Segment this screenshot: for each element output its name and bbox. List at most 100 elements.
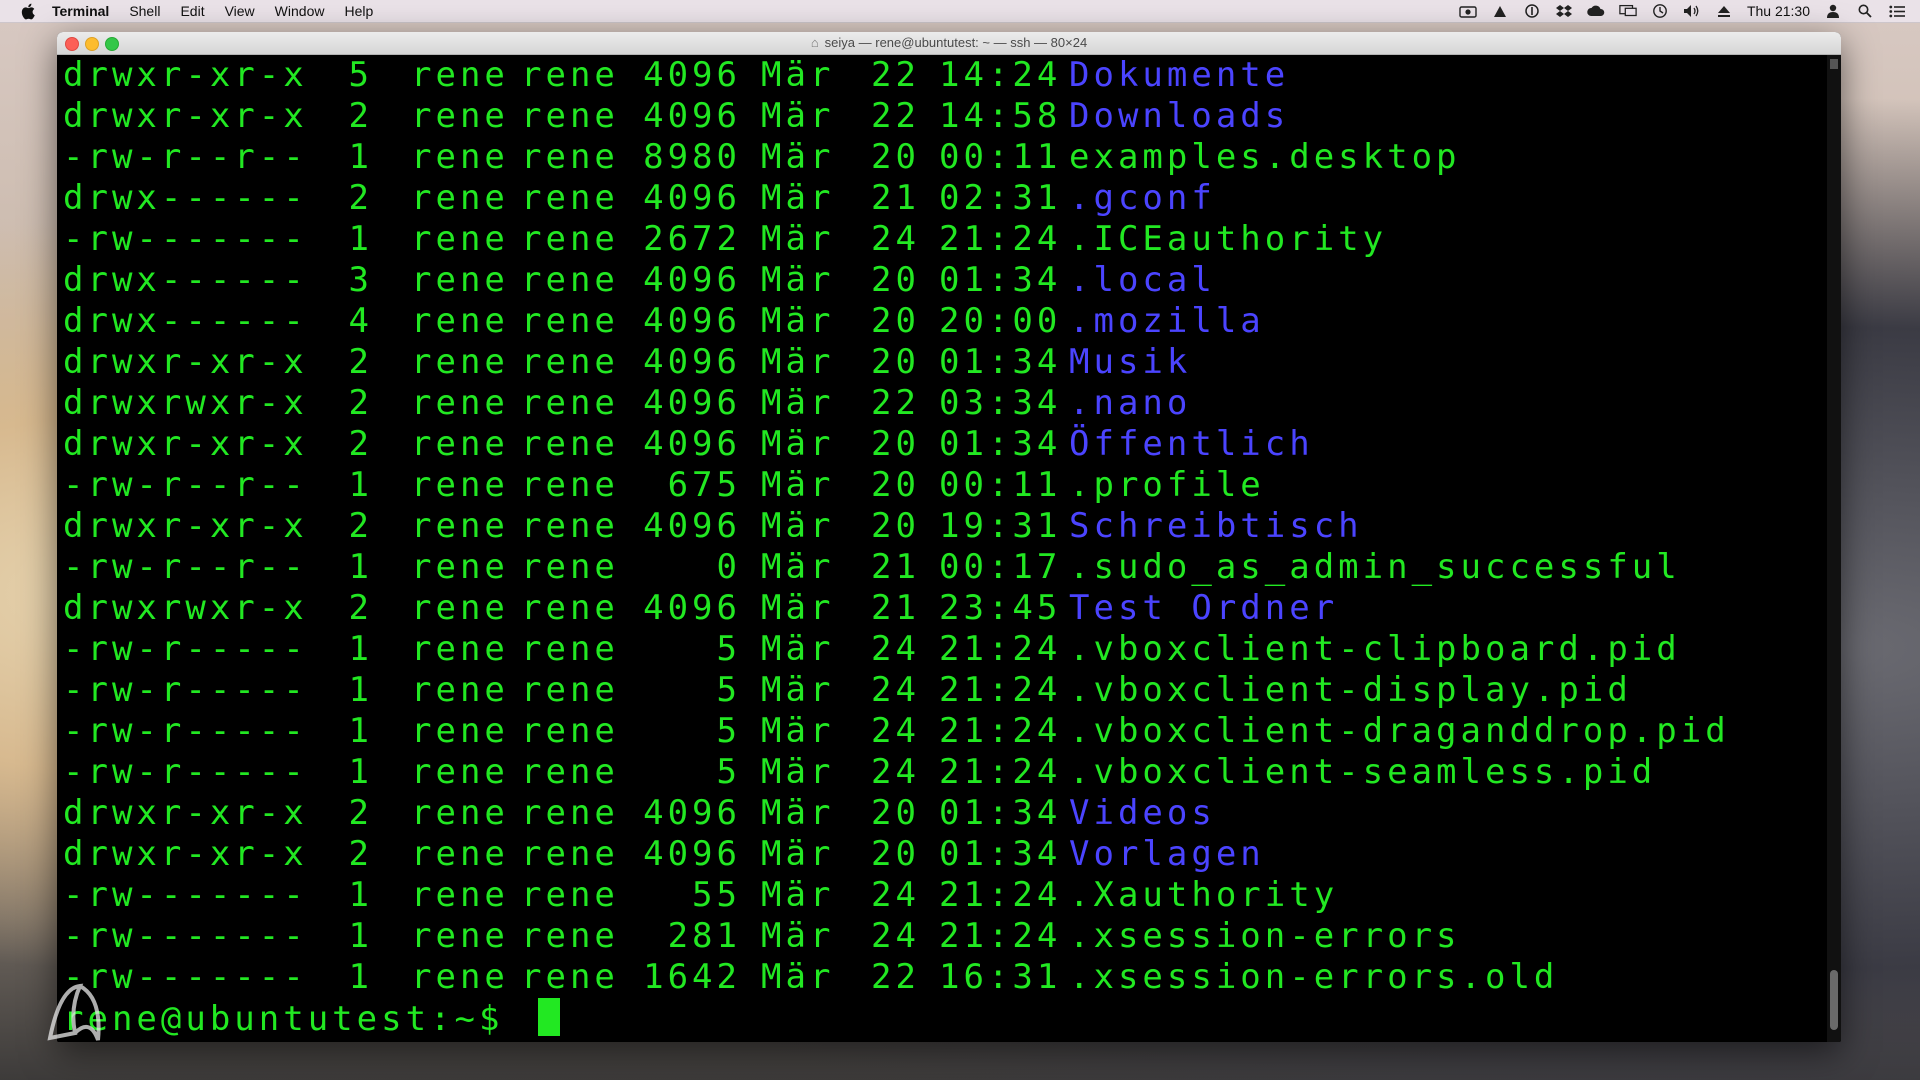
display-icon[interactable] [1619,4,1637,18]
listing-size: 4096 [643,178,741,218]
listing-size: 4096 [643,793,741,833]
window-title-container: ⌂ seiya — rene@ubuntutest: ~ — ssh — 80×2… [57,35,1841,50]
listing-month: Mär [761,629,835,669]
listing-group: rene [521,711,619,751]
terminal-line: -rw------- 1 rene rene 2672 Mär 24 21:24 .ICEaut… [63,219,1833,260]
terminal-window: ⌂ seiya — rene@ubuntutest: ~ — ssh — 80×2… [57,32,1841,1042]
search-icon[interactable] [1856,4,1874,18]
listing-owner: rene [411,793,509,833]
menu-shell[interactable]: Shell [129,3,160,19]
listing-time: 01:34 [939,793,1062,833]
listing-name: .profile [1069,465,1265,505]
listing-perm: -rw-r--r-- [63,465,308,505]
drive-icon[interactable] [1491,4,1509,18]
terminal-line: drwxrwxr-x 2 rene rene 4096 Mär 21 23:45 Test Or… [63,588,1833,629]
listing-time: 03:34 [939,383,1062,423]
listing-owner: rene [411,752,509,792]
listing-size: 55 [692,875,741,915]
listing-name: .vboxclient-draganddrop.pid [1069,711,1730,751]
apple-icon[interactable] [18,1,38,21]
listing-name: Test Ordner [1069,588,1339,628]
cloud-icon[interactable] [1587,4,1605,18]
listing-size: 675 [667,465,741,505]
listing-perm: -rw------- [63,875,308,915]
listing-perm: drwxrwxr-x [63,383,308,423]
prompt-line[interactable]: rene@ubuntutest:~$ [63,998,1833,1039]
listing-group: rene [521,629,619,669]
listing-owner: rene [411,588,509,628]
listing-day: 24 [871,752,920,792]
listing-time: 19:31 [939,506,1062,546]
menu-edit[interactable]: Edit [180,3,204,19]
terminal-line: -rw-r--r-- 1 rene rene 8980 Mär 20 00:11 example… [63,137,1833,178]
terminal-line: drwxr-xr-x 5 rene rene 4096 Mär 22 14:24 Dokumen… [63,55,1833,96]
volume-icon[interactable] [1683,4,1701,18]
listing-month: Mär [761,711,835,751]
listing-links: 1 [348,916,373,956]
listing-owner: rene [411,916,509,956]
listing-name: Downloads [1069,96,1290,136]
info-icon[interactable] [1523,4,1541,18]
listing-links: 2 [348,793,373,833]
dropbox-icon[interactable] [1555,4,1573,18]
listing-time: 21:24 [939,752,1062,792]
eject-icon[interactable] [1715,4,1733,18]
listing-day: 22 [871,957,920,997]
menu-window[interactable]: Window [275,3,325,19]
listing-owner: rene [411,834,509,874]
listing-size: 4096 [643,55,741,95]
listing-group: rene [521,588,619,628]
menu-app-terminal[interactable]: Terminal [52,3,109,19]
listing-month: Mär [761,547,835,587]
terminal-line: drwxr-xr-x 2 rene rene 4096 Mär 20 01:34 Vorlage… [63,834,1833,875]
listing-name: Dokumente [1069,55,1290,95]
listing-group: rene [521,424,619,464]
listing-size: 281 [667,916,741,956]
listing-group: rene [521,465,619,505]
scrollbar[interactable] [1827,55,1841,1042]
terminal-output[interactable]: drwxr-xr-x 5 rene rene 4096 Mär 22 14:24 Dokumen… [57,55,1833,1042]
home-icon: ⌂ [810,35,819,50]
listing-time: 16:31 [939,957,1062,997]
listing-size: 5 [716,670,741,710]
listing-group: rene [521,342,619,382]
list-icon[interactable] [1888,4,1906,18]
listing-time: 00:11 [939,137,1062,177]
listing-perm: drwx------ [63,178,308,218]
listing-size: 5 [716,711,741,751]
menu-help[interactable]: Help [344,3,373,19]
watermark-logo-icon [47,983,101,1041]
listing-name: .xsession-errors [1069,916,1461,956]
listing-month: Mär [761,55,835,95]
listing-day: 20 [871,506,920,546]
listing-perm: -rw-r----- [63,752,308,792]
listing-name: .xsession-errors.old [1069,957,1559,997]
listing-day: 20 [871,301,920,341]
terminal-line: -rw-r--r-- 1 rene rene 675 Mär 20 00:11 .profile [63,465,1833,506]
user-icon[interactable] [1824,4,1842,18]
listing-links: 1 [348,465,373,505]
terminal-line: -rw-r----- 1 rene rene 5 Mär 24 21:24 .vboxclien… [63,629,1833,670]
listing-links: 2 [348,96,373,136]
scrollbar-thumb[interactable] [1830,970,1838,1030]
menubar-clock[interactable]: Thu 21:30 [1747,3,1810,19]
listing-month: Mär [761,424,835,464]
listing-month: Mär [761,752,835,792]
camera-icon[interactable] [1459,4,1477,18]
listing-perm: drwxr-xr-x [63,506,308,546]
listing-size: 4096 [643,96,741,136]
window-titlebar[interactable]: ⌂ seiya — rene@ubuntutest: ~ — ssh — 80×2… [57,32,1841,55]
terminal-line: drwxr-xr-x 2 rene rene 4096 Mär 20 01:34 Videos [63,793,1833,834]
listing-time: 21:24 [939,916,1062,956]
listing-owner: rene [411,875,509,915]
listing-month: Mär [761,301,835,341]
listing-name: .nano [1069,383,1192,423]
time-machine-icon[interactable] [1651,4,1669,18]
listing-group: rene [521,875,619,915]
menu-view[interactable]: View [225,3,255,19]
listing-day: 22 [871,96,920,136]
listing-size: 0 [716,547,741,587]
listing-size: 8980 [643,137,741,177]
listing-day: 20 [871,137,920,177]
listing-owner: rene [411,96,509,136]
